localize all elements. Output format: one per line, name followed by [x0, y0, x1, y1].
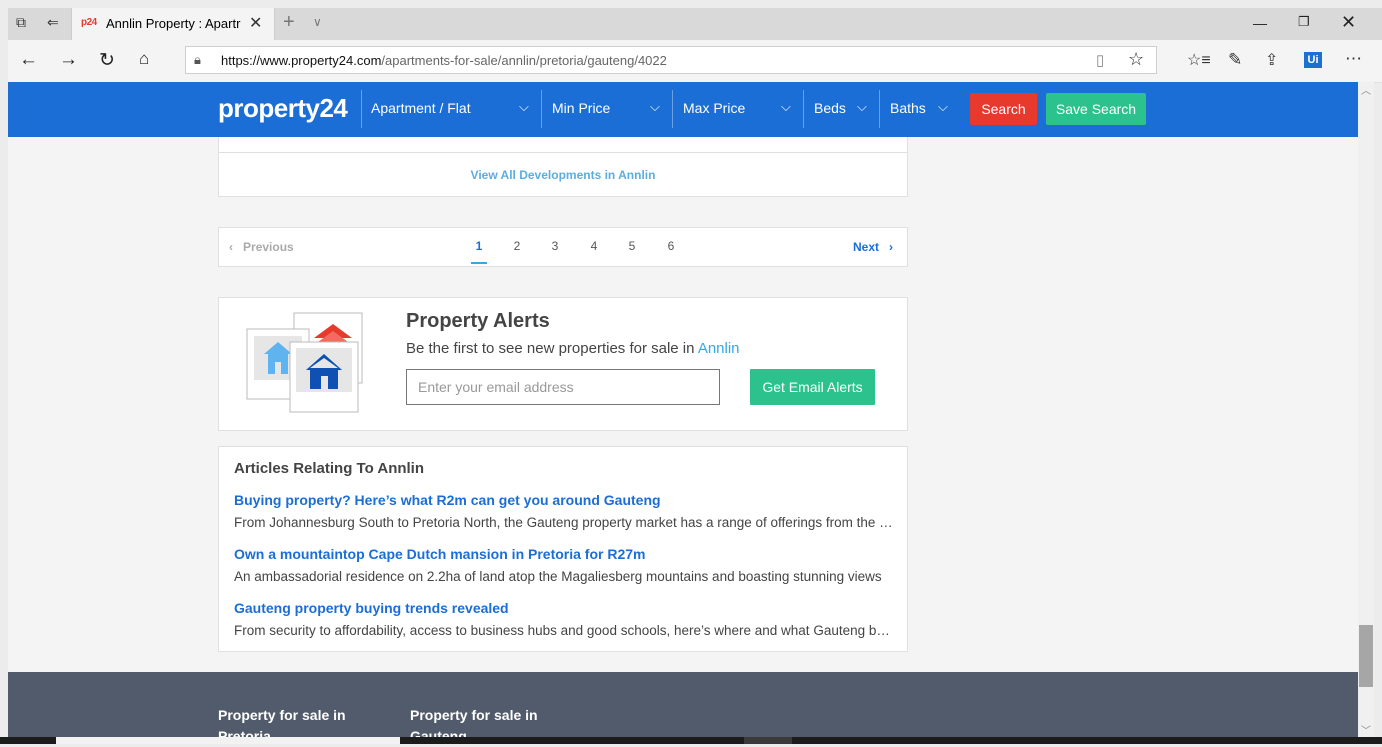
favorite-star-icon[interactable]: ☆ — [1128, 49, 1144, 70]
taskbar-search-box[interactable] — [56, 737, 400, 744]
refresh-icon[interactable]: ↻ — [99, 49, 115, 72]
header-divider — [361, 90, 362, 128]
previous-label: Previous — [243, 240, 294, 254]
page-link-1[interactable]: 1 — [471, 239, 487, 253]
favorites-list-icon[interactable]: ☆≡ — [1187, 50, 1211, 70]
search-button[interactable]: Search — [970, 93, 1037, 125]
article-link[interactable]: Own a mountaintop Cape Dutch mansion in … — [234, 546, 646, 562]
alerts-subtitle-text: Be the first to see new properties for s… — [406, 340, 695, 357]
chevron-down-icon[interactable]: ⌵ — [781, 99, 791, 115]
article-description: From Johannesburg South to Pretoria Nort… — [234, 515, 894, 530]
window-close-icon[interactable]: ✕ — [1341, 12, 1356, 33]
article-description: From security to affordability, access t… — [234, 623, 894, 638]
forward-icon[interactable]: → — [59, 49, 78, 71]
tab-list-chevron-icon[interactable]: ∨ — [313, 15, 322, 29]
developments-card-top — [218, 137, 908, 153]
property-alerts-title: Property Alerts — [406, 310, 550, 332]
url-path: /apartments-for-sale/annlin/pretoria/gau… — [381, 53, 667, 68]
view-all-developments-link[interactable]: View All Developments in Annlin — [218, 168, 908, 182]
restore-icon[interactable]: ❐ — [1298, 14, 1310, 30]
chevron-right-icon: › — [889, 240, 894, 254]
beds-dropdown[interactable]: Beds — [814, 100, 846, 116]
tab-preview-icon[interactable]: ⧉ — [16, 14, 26, 31]
url-domain: https://www.property24.com — [221, 53, 382, 68]
header-divider — [803, 90, 804, 128]
scrollbar-thumb[interactable] — [1359, 625, 1373, 687]
screen-edge — [0, 0, 8, 737]
minimize-icon[interactable]: — — [1253, 15, 1267, 31]
previous-page-link: ‹ Previous — [229, 240, 294, 254]
reading-view-icon[interactable]: ▯ — [1096, 51, 1104, 69]
home-icon[interactable]: ⌂ — [139, 49, 149, 69]
favicon-icon: p24 — [81, 17, 97, 28]
email-input[interactable] — [406, 369, 720, 405]
header-divider — [541, 90, 542, 128]
address-url[interactable]: https://www.property24.com/apartments-fo… — [221, 53, 667, 68]
set-aside-tabs-icon[interactable]: ⇐ — [47, 14, 59, 31]
more-menu-icon[interactable]: ⋯ — [1345, 49, 1362, 69]
page-link-3[interactable]: 3 — [547, 239, 563, 253]
max-price-dropdown[interactable]: Max Price — [683, 100, 745, 116]
save-search-button[interactable]: Save Search — [1046, 93, 1146, 125]
page-link-6[interactable]: 6 — [663, 239, 679, 253]
get-email-alerts-button[interactable]: Get Email Alerts — [750, 369, 875, 405]
share-icon[interactable]: ⇪ — [1265, 50, 1278, 70]
page-link-4[interactable]: 4 — [586, 239, 602, 253]
ui-extension-icon[interactable]: Ui — [1304, 52, 1322, 68]
property-type-dropdown[interactable]: Apartment / Flat — [371, 100, 471, 116]
scroll-up-icon[interactable]: ︿ — [1361, 82, 1371, 97]
min-price-dropdown[interactable]: Min Price — [552, 100, 610, 116]
new-tab-icon[interactable]: + — [283, 11, 295, 34]
article-link[interactable]: Buying property? Here’s what R2m can get… — [234, 492, 661, 508]
articles-heading: Articles Relating To Annlin — [234, 460, 425, 477]
current-page-indicator — [471, 262, 487, 264]
back-icon[interactable]: ← — [19, 49, 38, 71]
tab-title: Annlin Property : Apartr — [106, 16, 241, 31]
chevron-left-icon: ‹ — [229, 240, 233, 254]
header-divider — [879, 90, 880, 128]
baths-dropdown[interactable]: Baths — [890, 100, 926, 116]
site-footer — [8, 672, 1358, 744]
taskbar-app-item[interactable] — [744, 737, 792, 744]
house-alerts-icon — [246, 312, 363, 413]
property-alerts-subtitle: Be the first to see new properties for s… — [406, 340, 740, 357]
page-link-2[interactable]: 2 — [509, 239, 525, 253]
page-link-5[interactable]: 5 — [624, 239, 640, 253]
close-tab-icon[interactable]: ✕ — [249, 13, 262, 33]
article-link[interactable]: Gauteng property buying trends revealed — [234, 600, 509, 616]
article-description: An ambassadorial residence on 2.2ha of l… — [234, 569, 882, 584]
header-divider — [672, 90, 673, 128]
scroll-down-icon[interactable]: ﹀ — [1361, 722, 1371, 737]
next-page-link[interactable]: Next › — [853, 240, 893, 254]
alerts-location-link[interactable]: Annlin — [698, 340, 740, 357]
chevron-down-icon[interactable]: ⌵ — [938, 99, 948, 115]
web-note-icon[interactable]: ✎ — [1228, 50, 1242, 70]
site-logo[interactable]: property24 — [218, 93, 348, 124]
lock-icon: 🔒︎ — [194, 52, 201, 67]
chevron-down-icon[interactable]: ⌵ — [857, 99, 867, 115]
chevron-down-icon[interactable]: ⌵ — [519, 99, 529, 115]
pagination — [218, 227, 908, 267]
next-label: Next — [853, 240, 880, 254]
chevron-down-icon[interactable]: ⌵ — [650, 99, 660, 115]
